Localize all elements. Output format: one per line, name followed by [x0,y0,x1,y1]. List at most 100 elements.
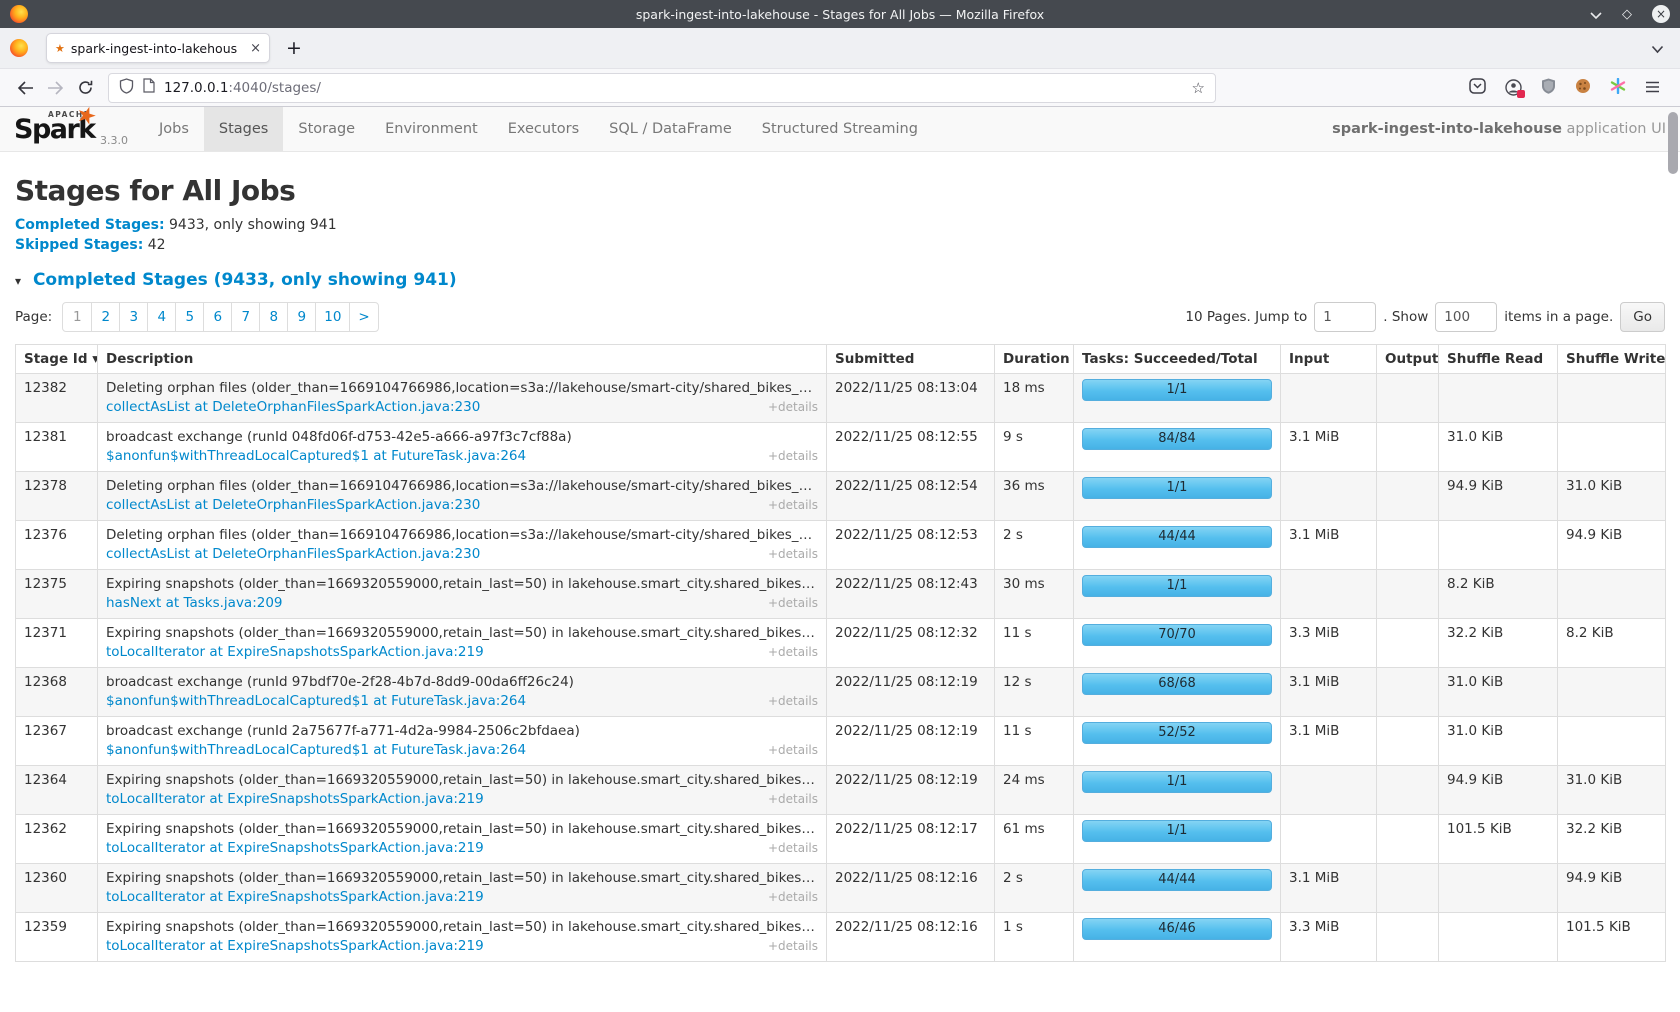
input-cell: 3.3 MiB [1281,913,1377,962]
window-maximize-button[interactable]: ◇ [1622,7,1632,22]
spark-nav-item-executors[interactable]: Executors [493,107,594,151]
browser-tab[interactable]: ★ spark-ingest-into-lakehous × [46,33,270,63]
column-header-shuffle-read[interactable]: Shuffle Read [1439,345,1558,374]
table-row: 12362Expiring snapshots (older_than=1669… [16,815,1666,864]
table-row: 12375Expiring snapshots (older_than=1669… [16,570,1666,619]
forward-button[interactable] [40,81,70,95]
spark-logo[interactable]: APACHE Spark ★ 3.3.0 [12,107,134,151]
shuffle-read-cell: 31.0 KiB [1439,717,1558,766]
column-header-submitted[interactable]: Submitted [827,345,995,374]
details-toggle[interactable]: +details [768,594,818,613]
column-header-input[interactable]: Input [1281,345,1377,374]
tasks-cell: 1/1 [1074,815,1281,864]
column-header-description[interactable]: Description [98,345,827,374]
back-button[interactable] [10,81,40,95]
spark-nav-item-structured-streaming[interactable]: Structured Streaming [747,107,933,151]
spark-nav-item-environment[interactable]: Environment [370,107,493,151]
table-header-row: Stage Id ▾DescriptionSubmittedDurationTa… [16,345,1666,374]
pocket-icon[interactable] [1469,78,1486,98]
details-toggle[interactable]: +details [768,839,818,858]
new-tab-button[interactable]: + [286,37,302,59]
stage-detail-link[interactable]: collectAsList at DeleteOrphanFilesSparkA… [106,398,480,417]
details-toggle[interactable]: +details [768,937,818,956]
column-header-tasks-succeeded-total[interactable]: Tasks: Succeeded/Total [1074,345,1281,374]
stage-detail-link[interactable]: toLocalIterator at ExpireSnapshotsSparkA… [106,888,484,907]
reload-button[interactable] [70,80,100,95]
skipped-stages-link[interactable]: Skipped Stages: [15,237,143,253]
page-button-10[interactable]: 10 [315,303,349,331]
jump-to-label: 10 Pages. Jump to [1185,309,1307,325]
details-toggle[interactable]: +details [768,447,818,466]
page-button-6[interactable]: 6 [203,303,231,331]
details-toggle[interactable]: +details [768,692,818,711]
spark-nav-item-storage[interactable]: Storage [283,107,370,151]
details-toggle[interactable]: +details [768,888,818,907]
tasks-cell: 1/1 [1074,472,1281,521]
tasks-cell: 44/44 [1074,521,1281,570]
bookmark-star-icon[interactable]: ☆ [1192,79,1205,97]
ublock-shield-icon[interactable] [1541,78,1556,98]
url-bar[interactable]: 127.0.0.1:4040/stages/ ☆ [108,73,1216,103]
completed-stages-link[interactable]: Completed Stages: [15,217,165,233]
page-button-8[interactable]: 8 [259,303,287,331]
details-toggle[interactable]: +details [768,496,818,515]
jump-to-page-input[interactable] [1314,302,1376,332]
firefox-view-icon[interactable] [10,39,28,57]
column-header-stage-id[interactable]: Stage Id ▾ [16,345,98,374]
stage-detail-link[interactable]: $anonfun$withThreadLocalCaptured$1 at Fu… [106,741,526,760]
description-cell: Deleting orphan files (older_than=166910… [98,521,827,570]
spark-nav-item-sql-dataframe[interactable]: SQL / DataFrame [594,107,747,151]
account-extension-icon[interactable] [1505,79,1522,96]
page-button-3[interactable]: 3 [119,303,147,331]
column-header-output[interactable]: Output [1377,345,1439,374]
vertical-scrollbar-thumb[interactable] [1668,112,1678,174]
page-button-next[interactable]: > [349,303,377,331]
column-header-shuffle-write[interactable]: Shuffle Write [1558,345,1666,374]
stage-detail-link[interactable]: $anonfun$withThreadLocalCaptured$1 at Fu… [106,447,526,466]
details-toggle[interactable]: +details [768,545,818,564]
description-cell: Expiring snapshots (older_than=166932055… [98,570,827,619]
completed-stages-section-header[interactable]: ▾ Completed Stages (9433, only showing 9… [15,270,1665,290]
stage-detail-link[interactable]: toLocalIterator at ExpireSnapshotsSparkA… [106,643,484,662]
collapse-arrow-icon: ▾ [15,274,21,288]
tab-close-icon[interactable]: × [250,41,261,56]
cookie-extension-icon[interactable] [1575,78,1591,98]
page-button-1[interactable]: 1 [63,303,91,331]
page-button-2[interactable]: 2 [91,303,119,331]
window-close-button[interactable]: × [1652,5,1670,23]
stage-detail-link[interactable]: hasNext at Tasks.java:209 [106,594,283,613]
stage-detail-link[interactable]: $anonfun$withThreadLocalCaptured$1 at Fu… [106,692,526,711]
column-header-duration[interactable]: Duration [995,345,1074,374]
output-cell [1377,374,1439,423]
stage-detail-link[interactable]: toLocalIterator at ExpireSnapshotsSparkA… [106,937,484,956]
tasks-cell: 1/1 [1074,374,1281,423]
details-toggle[interactable]: +details [768,398,818,417]
details-toggle[interactable]: +details [768,790,818,809]
shield-icon[interactable] [119,78,134,98]
page-button-9[interactable]: 9 [287,303,315,331]
page-button-4[interactable]: 4 [147,303,175,331]
stage-detail-link[interactable]: toLocalIterator at ExpireSnapshotsSparkA… [106,790,484,809]
stage-detail-link[interactable]: collectAsList at DeleteOrphanFilesSparkA… [106,496,480,515]
spark-nav-item-stages[interactable]: Stages [204,107,283,151]
input-cell: 3.3 MiB [1281,619,1377,668]
details-toggle[interactable]: +details [768,643,818,662]
page-button-7[interactable]: 7 [231,303,259,331]
window-minimize-button[interactable] [1590,5,1602,24]
details-toggle[interactable]: +details [768,741,818,760]
items-per-page-input[interactable] [1435,302,1497,332]
tasks-progress-bar: 68/68 [1082,673,1272,695]
output-cell [1377,570,1439,619]
spark-nav-item-jobs[interactable]: Jobs [144,107,204,151]
duration-cell: 9 s [995,423,1074,472]
shuffle-read-cell: 8.2 KiB [1439,570,1558,619]
tab-list-chevron-icon[interactable] [1651,39,1664,58]
tab-title: spark-ingest-into-lakehous [71,41,244,56]
hamburger-menu-icon[interactable] [1645,78,1660,97]
page-button-5[interactable]: 5 [175,303,203,331]
colorful-asterisk-extension-icon[interactable] [1610,78,1626,98]
go-button[interactable]: Go [1620,302,1665,332]
stage-detail-link[interactable]: toLocalIterator at ExpireSnapshotsSparkA… [106,839,484,858]
page-info-icon[interactable] [143,78,155,97]
stage-detail-link[interactable]: collectAsList at DeleteOrphanFilesSparkA… [106,545,480,564]
